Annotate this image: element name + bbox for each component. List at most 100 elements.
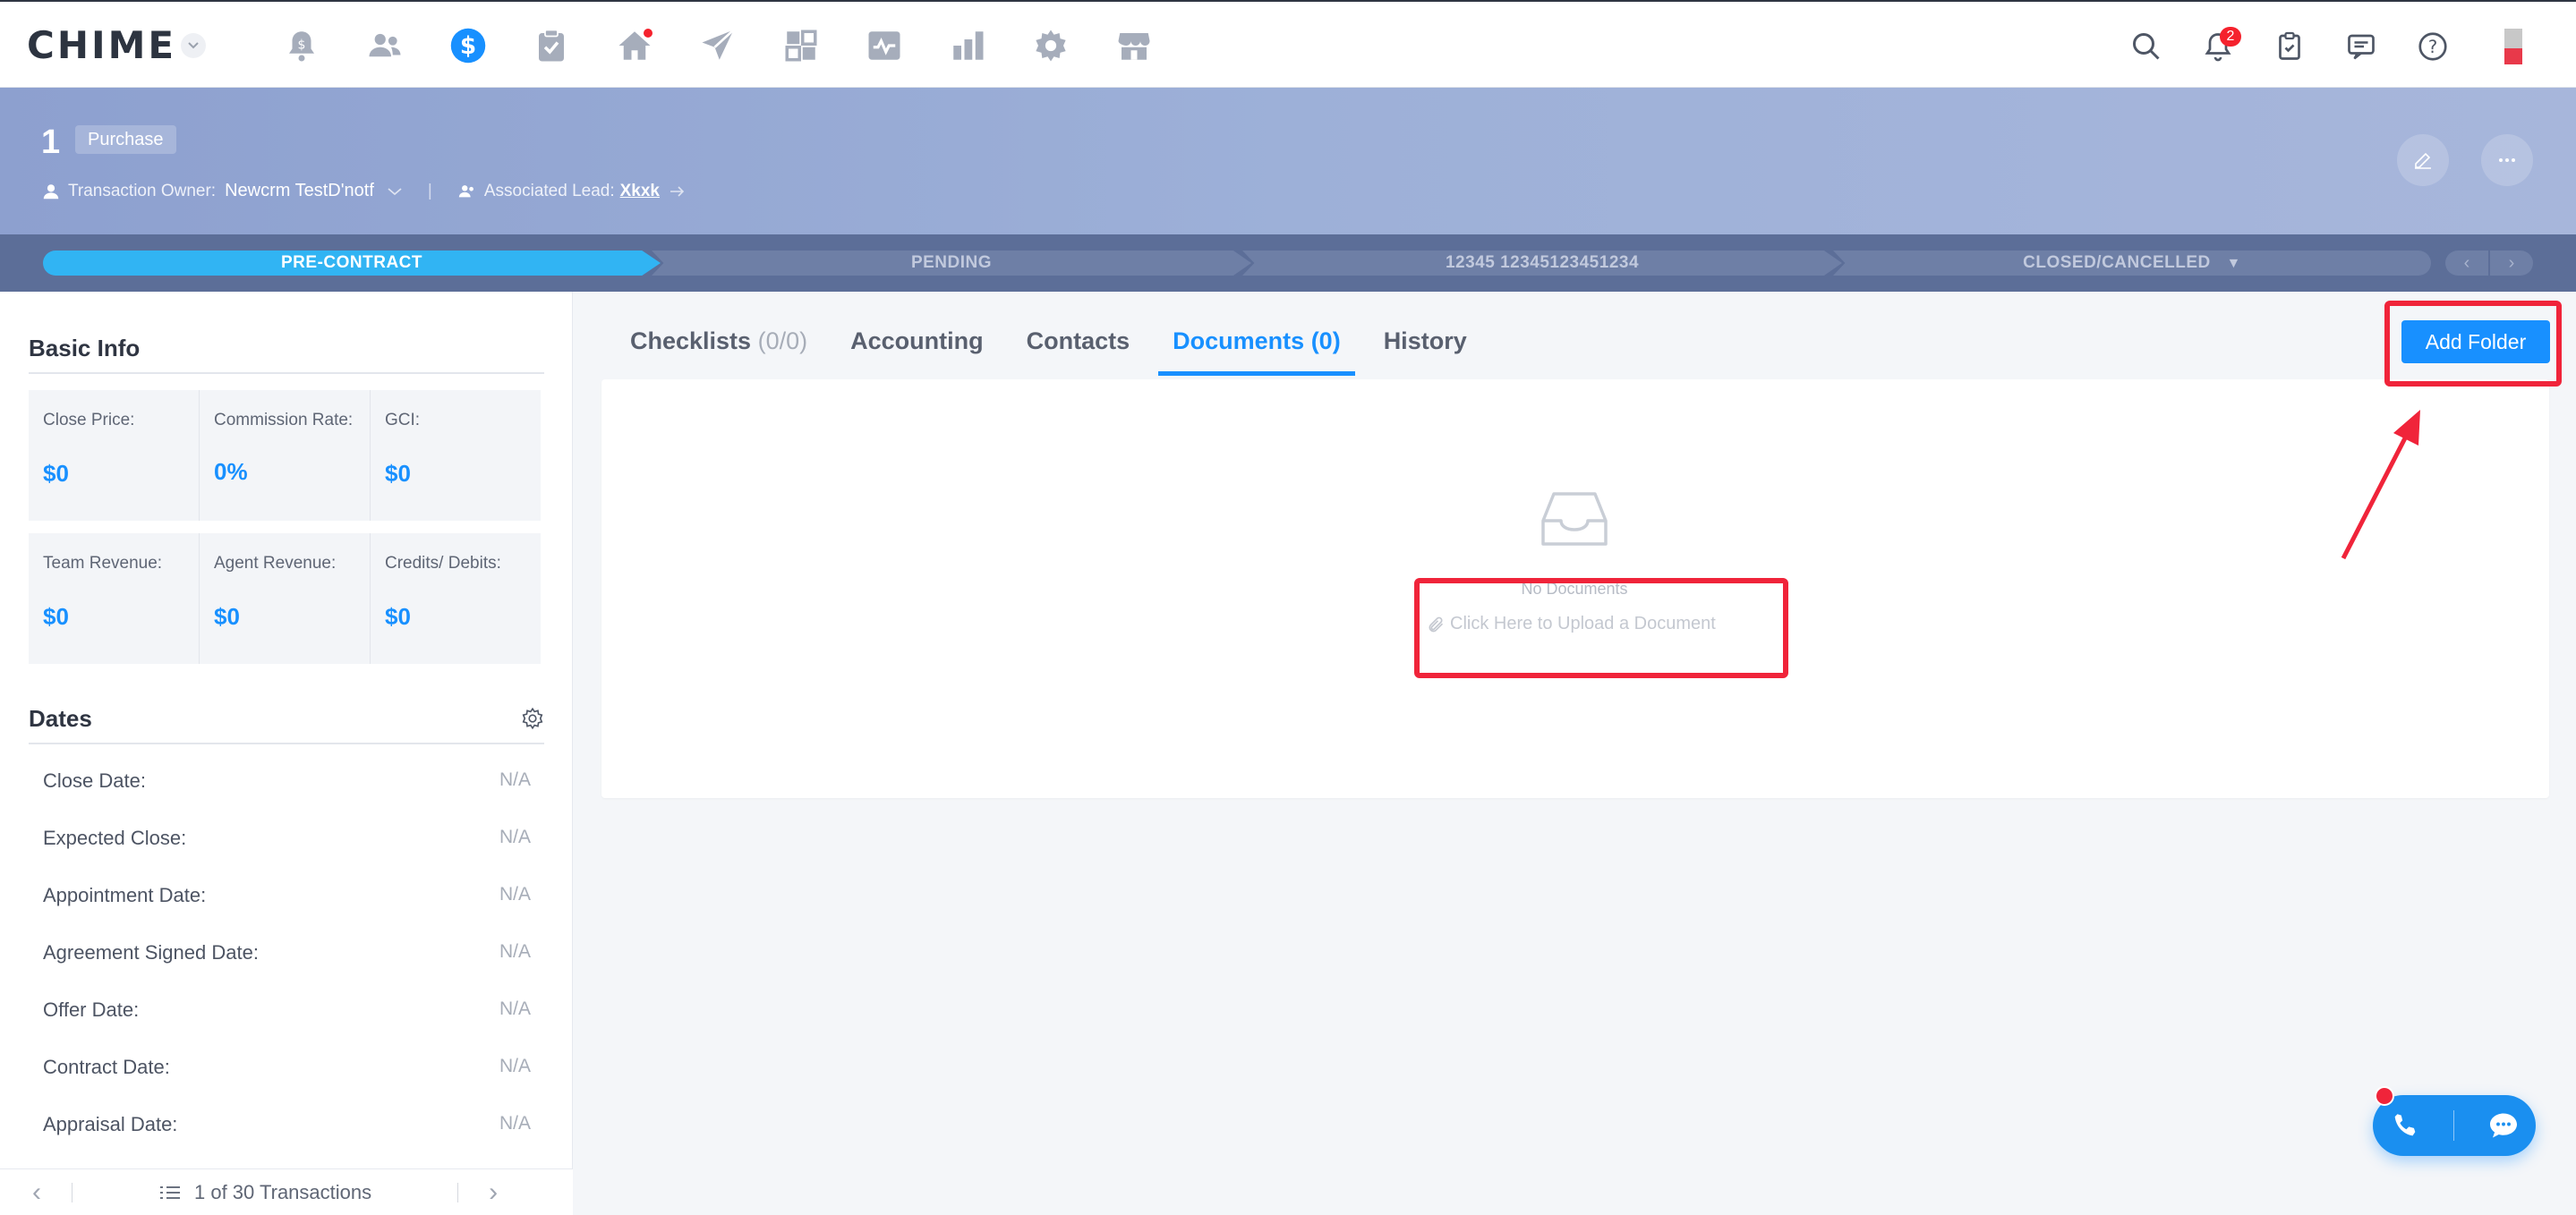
transaction-header: 1 Purchase Transaction Owner: Newcrm Tes… <box>0 88 2576 234</box>
stat-value: 0% <box>214 458 248 485</box>
date-row-expected-close[interactable]: Expected Close: N/A <box>43 827 531 850</box>
dollar-circle-icon[interactable]: $ <box>426 21 509 70</box>
owner-select[interactable]: Newcrm TestD'notf <box>225 181 374 201</box>
basic-info-row-2: Team Revenue: $0 Agent Revenue: $0 Credi… <box>29 533 541 664</box>
stat-gci[interactable]: GCI: $0 <box>371 390 541 521</box>
search-icon[interactable] <box>2111 23 2182 70</box>
date-value: N/A <box>499 769 531 790</box>
stage-prev-button[interactable]: ‹ <box>2445 251 2488 276</box>
divider <box>457 1182 459 1202</box>
pager-label: 1 of 30 Transactions <box>194 1180 372 1203</box>
main-nav-icons: $ $ <box>260 21 1175 70</box>
activity-icon[interactable] <box>842 21 925 70</box>
bar-chart-icon[interactable] <box>925 21 1009 70</box>
basic-info-title: Basic Info <box>29 335 141 361</box>
prev-transaction-icon[interactable]: ‹ <box>32 1177 41 1208</box>
more-options-button[interactable] <box>2481 134 2533 186</box>
chevron-down-icon[interactable] <box>181 33 206 58</box>
transaction-tabs: Checklists (0/0) Accounting Contacts Doc… <box>630 320 1510 376</box>
divider <box>29 372 544 374</box>
stage-custom[interactable]: 12345 12345123451234 <box>1242 251 1842 276</box>
stage-pending[interactable]: PENDING <box>652 251 1251 276</box>
stat-close-price[interactable]: Close Price: $0 <box>29 390 200 521</box>
settings-gear-icon[interactable] <box>521 707 544 730</box>
utility-icons: 2 ? <box>2111 23 2522 70</box>
date-value: N/A <box>499 1056 531 1076</box>
user-icon <box>43 183 59 199</box>
message-icon[interactable] <box>2325 23 2397 70</box>
divider <box>2452 1110 2454 1141</box>
inbox-empty-icon <box>1541 492 1608 546</box>
owner-label: Transaction Owner: <box>68 181 217 200</box>
stat-team-revenue[interactable]: Team Revenue: $0 <box>29 533 200 664</box>
stat-credits-debits[interactable]: Credits/ Debits: $0 <box>371 533 541 664</box>
top-navbar: CHIME $ $ 2 ? <box>0 0 2576 88</box>
date-label: Offer Date: <box>43 998 140 1021</box>
send-icon[interactable] <box>676 21 759 70</box>
tab-accounting[interactable]: Accounting <box>850 320 984 374</box>
store-icon[interactable] <box>1092 21 1175 70</box>
stage-closed-cancelled[interactable]: CLOSED/CANCELLED ▼ <box>1833 251 2431 276</box>
stat-label: Close Price: <box>43 411 135 429</box>
chevron-down-icon[interactable] <box>387 186 403 197</box>
tab-history[interactable]: History <box>1384 320 1467 374</box>
tab-label: History <box>1383 327 1467 354</box>
user-avatar[interactable] <box>2504 29 2522 64</box>
clipboard-icon[interactable] <box>509 21 593 70</box>
chevron-right-icon: › <box>2508 253 2515 273</box>
dates-title: Dates <box>29 705 92 732</box>
annotation-box-add-folder <box>2384 301 2562 387</box>
date-row-appraisal[interactable]: Appraisal Date: N/A <box>43 1113 531 1136</box>
date-row-agreement-signed[interactable]: Agreement Signed Date: N/A <box>43 941 531 964</box>
tab-checklists[interactable]: Checklists (0/0) <box>630 320 807 374</box>
stage-next-button[interactable]: › <box>2490 251 2533 276</box>
date-row-offer[interactable]: Offer Date: N/A <box>43 998 531 1022</box>
tab-documents[interactable]: Documents (0) <box>1158 320 1355 376</box>
stat-value: $0 <box>43 603 69 630</box>
transaction-type-badge: Purchase <box>75 125 176 154</box>
people-icon <box>458 184 473 197</box>
home-icon[interactable] <box>593 21 676 70</box>
stat-label: Commission Rate: <box>214 411 354 429</box>
chime-logo[interactable]: CHIME <box>27 23 176 67</box>
stage-pre-contract[interactable]: PRE-CONTRACT <box>43 251 661 276</box>
annotation-arrow <box>2341 410 2420 560</box>
date-row-appointment[interactable]: Appointment Date: N/A <box>43 884 531 907</box>
date-label: Expected Close: <box>43 827 187 849</box>
gear-icon[interactable] <box>1009 21 1092 70</box>
lead-link[interactable]: Xkxk <box>620 182 660 201</box>
chevron-left-icon: ‹ <box>2463 253 2470 273</box>
next-transaction-icon[interactable]: › <box>489 1177 498 1208</box>
tab-label: Accounting <box>850 327 984 354</box>
phone-icon[interactable] <box>2390 1110 2420 1141</box>
stat-agent-revenue[interactable]: Agent Revenue: $0 <box>200 533 371 664</box>
dashboard-icon[interactable] <box>759 21 842 70</box>
date-row-close[interactable]: Close Date: N/A <box>43 769 531 793</box>
stat-label: Team Revenue: <box>43 554 163 573</box>
basic-info-row-1: Close Price: $0 Commission Rate: 0% GCI:… <box>29 390 541 521</box>
arrow-right-icon[interactable] <box>669 185 687 198</box>
help-icon[interactable]: ? <box>2397 23 2469 70</box>
stat-label: Credits/ Debits: <box>385 554 501 573</box>
stat-value: $0 <box>43 460 69 487</box>
stat-value: $0 <box>385 603 411 630</box>
notification-bell-icon[interactable]: 2 <box>2182 23 2254 70</box>
list-icon <box>160 1185 180 1199</box>
date-label: Contract Date: <box>43 1056 170 1078</box>
transaction-number: 1 <box>41 123 61 161</box>
date-label: Agreement Signed Date: <box>43 941 259 964</box>
bell-dollar-icon[interactable]: $ <box>260 21 343 70</box>
edit-button[interactable] <box>2397 134 2449 186</box>
tab-contacts[interactable]: Contacts <box>1027 320 1130 374</box>
transaction-pager: ‹ 1 of 30 Transactions › <box>0 1168 573 1215</box>
lead-label: Associated Lead: <box>483 181 615 200</box>
chat-icon[interactable] <box>2487 1109 2520 1142</box>
svg-text:?: ? <box>2428 37 2437 57</box>
people-icon[interactable] <box>343 21 426 70</box>
stat-value: $0 <box>214 603 240 630</box>
task-check-icon[interactable] <box>2254 23 2325 70</box>
tab-label: Documents <box>1173 327 1305 354</box>
date-row-contract[interactable]: Contract Date: N/A <box>43 1056 531 1079</box>
stat-label: Agent Revenue: <box>214 554 337 573</box>
stat-commission-rate[interactable]: Commission Rate: 0% <box>200 390 371 521</box>
